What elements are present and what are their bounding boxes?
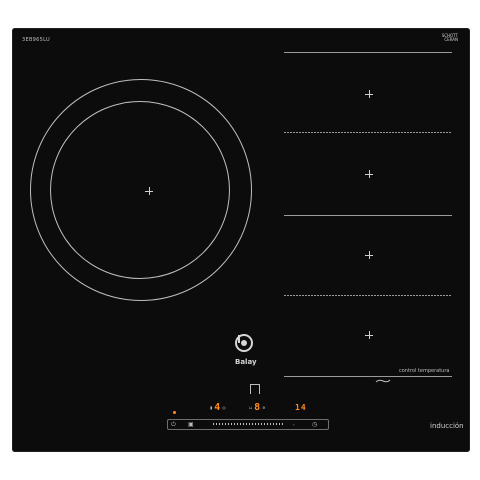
center-zone-select-icon[interactable]: ⊔ <box>249 405 252 410</box>
lock-icon[interactable]: ▣ <box>188 421 194 428</box>
left-zone-power-level: 4 <box>214 402 221 413</box>
plus-icon <box>365 90 373 98</box>
control-panel: ⏻ ▣ ‹ ◷ <box>167 419 329 430</box>
timer-icon[interactable]: ◷ <box>312 421 317 428</box>
power-icon[interactable]: ⏻ <box>171 421 176 429</box>
timer-display: 14 <box>295 403 307 412</box>
center-zone-power-level: 8 <box>254 402 261 413</box>
power-slider[interactable] <box>213 423 285 425</box>
flex-zone-divider-top <box>284 52 452 53</box>
ceran-label: CERAN <box>444 37 458 42</box>
induction-hob: 3EB965LU SCHOTT CERAN control temperatur… <box>12 28 470 452</box>
left-zone-select-icon[interactable]: ▮ <box>210 405 212 410</box>
timer-icon: ◎ <box>222 405 226 410</box>
flex-zone-divider-2 <box>284 215 452 216</box>
flex-zone-select-icon[interactable] <box>250 384 260 394</box>
schott-ceran-mark: SCHOTT CERAN <box>442 34 458 42</box>
balay-logo-icon <box>233 331 255 353</box>
plus-icon <box>365 170 373 178</box>
plus-icon <box>145 187 153 195</box>
cooking-zone-inner-ring <box>50 101 230 279</box>
flex-zone-divider-bottom <box>284 376 452 377</box>
brand-name: Balay <box>235 358 257 366</box>
flex-zone-divider-3 <box>284 295 452 296</box>
plus-icon <box>365 331 373 339</box>
model-code: 3EB965LU <box>22 37 50 43</box>
technology-label: inducción <box>430 422 464 430</box>
plus-icon <box>365 251 373 259</box>
temperature-control-icon <box>375 368 391 383</box>
minus-icon[interactable]: ‹ <box>293 422 295 427</box>
temperature-control-label: control temperatura <box>399 368 450 374</box>
boost-icon[interactable]: ≋ <box>262 405 265 410</box>
flex-zone-divider-1 <box>284 132 452 133</box>
left-zone-display: ▮ 4 ◎ <box>210 402 226 413</box>
center-zone-display: ⊔ 8 ≋ <box>249 402 266 413</box>
power-indicator <box>173 411 176 414</box>
